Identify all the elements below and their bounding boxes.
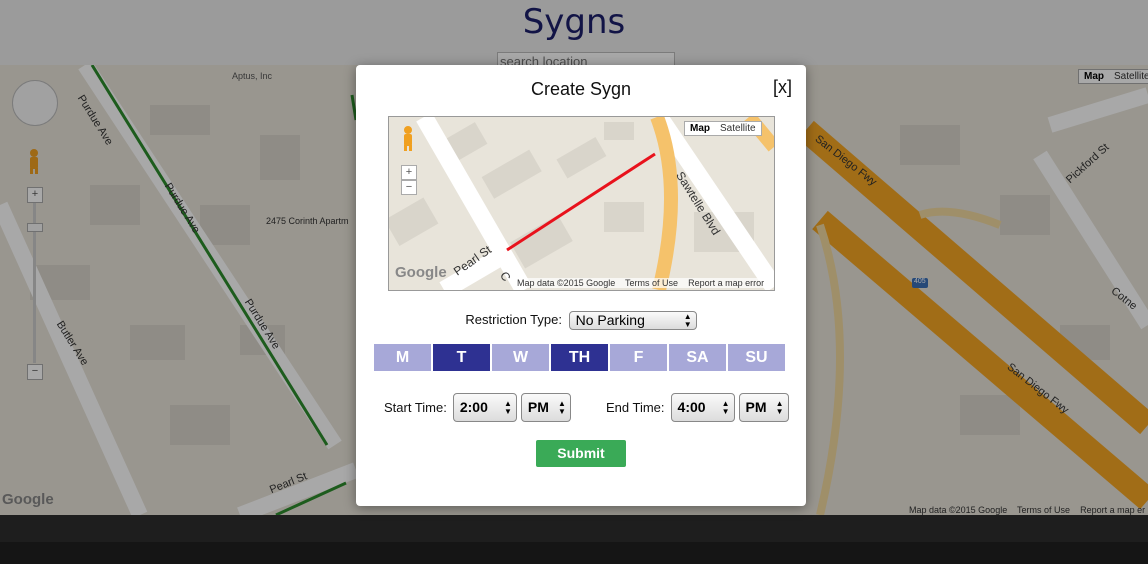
mini-terms-of-use-link[interactable]: Terms of Use [625,278,678,288]
start-period-value: PM [527,399,549,415]
day-button-f[interactable]: F [610,344,667,371]
mini-zoom-out-button[interactable]: − [401,180,417,195]
mini-map[interactable]: + − Map Satellite Sawtelle Blvd Pearl St… [388,116,775,291]
start-time-row: Start Time: 2:00 ▲ ▼ PM ▲ ▼ [384,393,571,422]
create-sygn-modal: Create Sygn [x] + − Map Satellite Sawtel… [356,65,806,506]
mini-map-type-satellite[interactable]: Satellite [715,122,761,135]
end-time-select[interactable]: 4:00 ▲ ▼ [670,393,735,422]
mini-map-footer: Map data ©2015 Google Terms of Use Repor… [517,278,765,288]
select-arrows-icon: ▲ ▼ [503,398,512,416]
select-arrows-icon: ▲ ▼ [721,398,730,416]
mini-report-map-error-link[interactable]: Report a map error [688,278,764,288]
select-arrows-icon: ▲ ▼ [683,311,692,329]
end-time-label: End Time: [606,400,665,415]
day-button-su[interactable]: SU [728,344,785,371]
day-button-sa[interactable]: SA [669,344,726,371]
start-time-label: Start Time: [384,400,447,415]
end-time-row: End Time: 4:00 ▲ ▼ PM ▲ ▼ [606,393,789,422]
day-button-th[interactable]: TH [551,344,608,371]
end-period-value: PM [745,399,767,415]
restriction-row: Restriction Type: No Parking ▲ ▼ [356,311,806,330]
mini-map-data-text: Map data ©2015 Google [517,278,616,288]
day-button-w[interactable]: W [492,344,549,371]
day-button-m[interactable]: M [374,344,431,371]
end-period-select[interactable]: PM ▲ ▼ [738,393,789,422]
select-arrows-icon: ▲ ▼ [775,398,784,416]
start-time-select[interactable]: 2:00 ▲ ▼ [452,393,517,422]
bottom-bar [0,515,1148,542]
start-period-select[interactable]: PM ▲ ▼ [520,393,571,422]
submit-button[interactable]: Submit [536,440,626,467]
mini-zoom-in-button[interactable]: + [401,165,417,180]
modal-title: Create Sygn [530,79,632,99]
mini-map-type-control[interactable]: Map Satellite [684,121,762,136]
day-button-t[interactable]: T [433,344,490,371]
mini-pegman-icon[interactable] [401,125,415,151]
mini-map-type-map[interactable]: Map [685,122,715,135]
restriction-type-select[interactable]: No Parking ▲ ▼ [568,311,697,330]
mini-map-canvas [389,117,774,290]
close-button[interactable]: [x] [773,77,792,98]
end-time-value: 4:00 [677,399,706,415]
start-time-value: 2:00 [459,399,488,415]
restriction-type-value: No Parking [575,312,645,328]
day-selector: M T W TH F SA SU [374,344,785,371]
restriction-type-label: Restriction Type: [465,311,562,327]
mini-google-logo: Google [395,264,447,281]
select-arrows-icon: ▲ ▼ [557,398,566,416]
